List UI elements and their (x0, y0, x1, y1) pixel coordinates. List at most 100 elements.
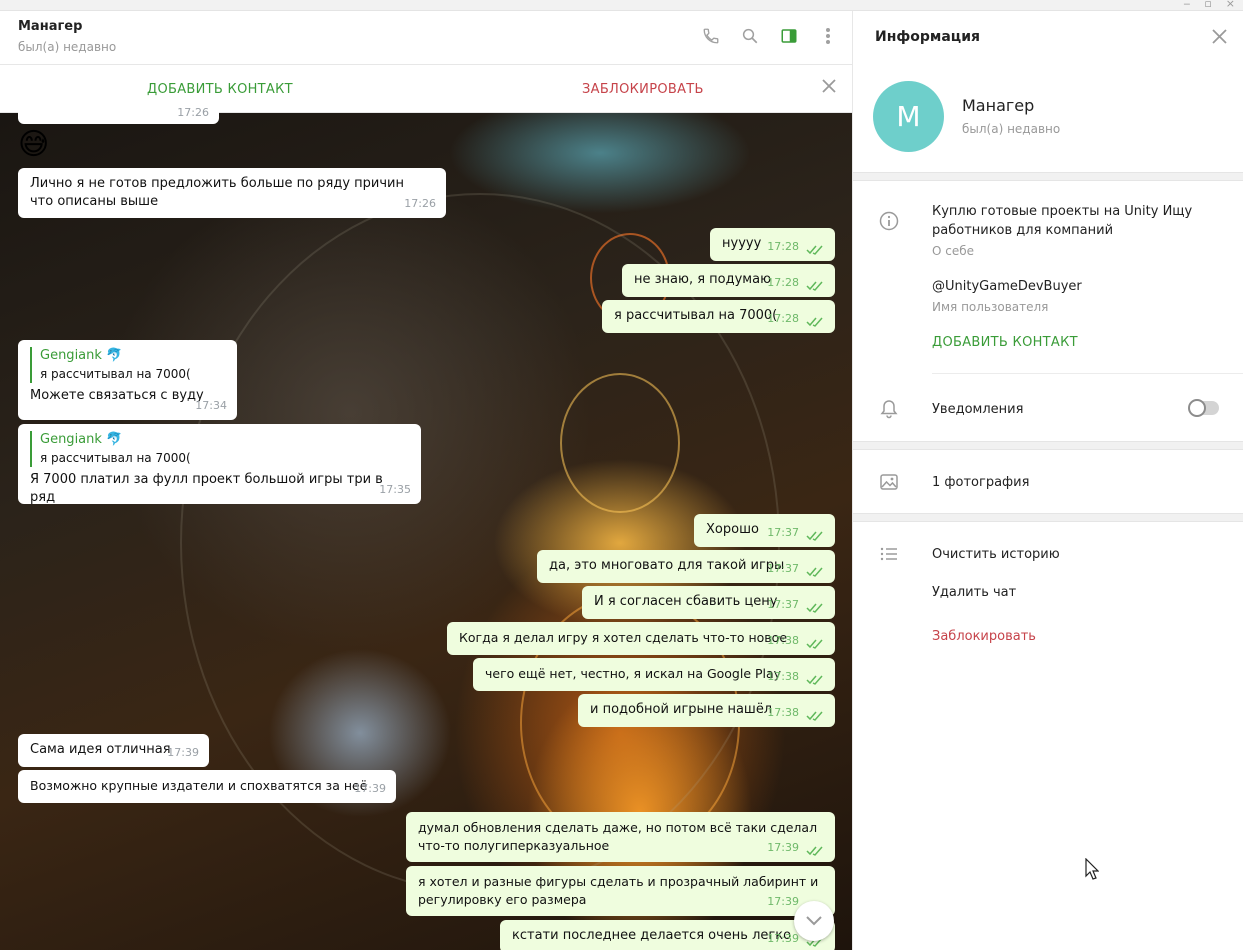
reply-author: Gengiank 🐬 (40, 432, 123, 447)
maximize-icon[interactable]: ▫ (1204, 0, 1211, 10)
photos-link[interactable]: 1 фотография (932, 473, 1029, 492)
notifications-label: Уведомления (932, 402, 1024, 417)
message-bubble-out[interactable]: я рассчитывал на 7000( 17:28 (602, 300, 835, 333)
chevron-down-icon (806, 916, 822, 926)
message-time: 17:39 (354, 782, 386, 795)
read-ticks-icon (806, 317, 823, 327)
message-time: 17:28 (767, 312, 799, 325)
read-ticks-icon (806, 245, 823, 255)
read-ticks-icon (806, 711, 823, 721)
message-time: 17:35 (379, 483, 411, 496)
mouse-cursor-icon (1085, 858, 1099, 880)
scroll-to-bottom-button[interactable] (794, 901, 834, 941)
bio-label: О себе (932, 244, 975, 258)
read-ticks-icon (806, 603, 823, 613)
message-bubble-out[interactable]: я хотел и разные фигуры сделать и прозра… (406, 866, 835, 916)
message-text: я хотел и разные фигуры сделать и прозра… (418, 874, 819, 907)
message-bubble-out[interactable]: не знаю, я подумаю 17:28 (622, 264, 835, 297)
notifications-toggle[interactable] (1188, 399, 1219, 417)
read-ticks-icon (806, 281, 823, 291)
clear-history-button[interactable]: Очистить историю (932, 545, 1060, 564)
message-time: 17:26 (404, 197, 436, 210)
message-time: 17:34 (195, 399, 227, 412)
message-time: 17:38 (767, 706, 799, 719)
bio-text: Куплю готовые проекты на Unity Ищу работ… (932, 204, 1193, 238)
message-time: 17:28 (767, 276, 799, 289)
reply-text: я рассчитывал на 7000( (40, 451, 191, 465)
more-icon[interactable] (818, 25, 838, 47)
reply-author: Gengiank 🐬 (40, 348, 123, 363)
divider (932, 373, 1243, 374)
toggle-knob (1188, 399, 1206, 417)
read-ticks-icon (806, 675, 823, 685)
window-title-strip: ‒ ▫ × (0, 0, 1243, 11)
reply-quote[interactable]: Gengiank 🐬 я рассчитывал на 7000( (30, 347, 225, 383)
info-icon (879, 211, 899, 231)
message-time: 17:28 (767, 240, 799, 253)
username-text[interactable]: @UnityGameDevBuyer (932, 277, 1082, 296)
chat-header: Манагер был(а) недавно (0, 11, 852, 65)
message-bubble-out[interactable]: чего ещё нет, честно, я искал на Google … (473, 658, 835, 691)
profile-status: был(а) недавно (962, 122, 1061, 136)
message-text: Лично я не готов предложить больше по ря… (30, 176, 404, 209)
message-text: Я 7000 платил за фулл проект большой игр… (30, 472, 383, 505)
minimize-icon[interactable]: ‒ (1183, 0, 1190, 10)
message-bubble-in[interactable]: Лично я не готов предложить больше по ря… (18, 168, 446, 218)
message-time: 17:39 (767, 932, 799, 945)
message-bubble-in[interactable]: Возможно крупные издатели и спохватятся … (18, 770, 396, 803)
info-panel-toggle-icon[interactable] (779, 25, 799, 47)
message-text: Возможно крупные издатели и спохватятся … (30, 778, 368, 793)
peer-name[interactable]: Манагер (18, 19, 82, 34)
message-bubble-in[interactable]: Сама идея отличная 17:39 (18, 734, 209, 767)
section-divider (853, 172, 1243, 181)
read-ticks-icon (806, 846, 823, 856)
message-bubble-in[interactable]: 17:26 (18, 102, 219, 124)
info-panel-title: Информация (875, 29, 980, 45)
close-info-icon[interactable] (1212, 29, 1227, 48)
message-time: 17:38 (767, 670, 799, 683)
profile-name: Манагер (962, 96, 1035, 115)
chat-pane: Манагер был(а) недавно ДОБАВИТЬ КОНТАКТ … (0, 11, 852, 950)
message-time: 17:39 (167, 746, 199, 759)
add-contact-link[interactable]: ДОБАВИТЬ КОНТАКТ (932, 335, 1078, 350)
peer-status: был(а) недавно (18, 40, 117, 54)
message-bubble-out[interactable]: да, это многовато для такой игры 17:37 (537, 550, 835, 583)
read-ticks-icon (806, 531, 823, 541)
message-bubble-in[interactable]: Gengiank 🐬 я рассчитывал на 7000( Я 7000… (18, 424, 421, 505)
block-user-button[interactable]: Заблокировать (932, 629, 1036, 644)
message-bubble-out[interactable]: нуууу 17:28 (710, 228, 835, 261)
phone-icon[interactable] (701, 25, 721, 47)
avatar[interactable]: М (873, 81, 944, 152)
message-time: 17:39 (767, 895, 799, 908)
close-window-icon[interactable]: × (1226, 0, 1235, 10)
sweat-smile-emoji-icon: 😅 (18, 127, 50, 162)
reply-quote[interactable]: Gengiank 🐬 я рассчитывал на 7000( (30, 431, 409, 467)
reply-text: я рассчитывал на 7000( (40, 367, 191, 381)
message-time: 17:39 (767, 841, 799, 854)
add-contact-button[interactable]: ДОБАВИТЬ КОНТАКТ (147, 82, 293, 97)
message-time: 17:38 (767, 634, 799, 647)
message-time: 17:37 (767, 526, 799, 539)
message-bubble-out[interactable]: И я согласен сбавить цену 17:37 (582, 586, 835, 619)
close-icon[interactable] (822, 79, 836, 97)
message-bubble-out[interactable]: Хорошо 17:37 (694, 514, 835, 547)
message-bubble-out[interactable]: Когда я делал игру я хотел сделать что-т… (447, 622, 835, 655)
read-ticks-icon (806, 639, 823, 649)
read-ticks-icon (806, 567, 823, 577)
block-button[interactable]: ЗАБЛОКИРОВАТЬ (582, 82, 704, 97)
search-icon[interactable] (740, 25, 760, 47)
window-controls: ‒ ▫ × (1183, 0, 1235, 10)
message-bubble-in[interactable]: Gengiank 🐬 я рассчитывал на 7000( Можете… (18, 340, 237, 420)
message-bubble-out[interactable]: думал обновления сделать даже, но потом … (406, 812, 835, 862)
bell-icon (880, 400, 898, 419)
photo-icon (880, 474, 898, 490)
message-text: думал обновления сделать даже, но потом … (418, 820, 818, 853)
section-divider (853, 441, 1243, 450)
info-panel: Информация М Манагер был(а) недавно Купл… (852, 11, 1243, 950)
message-bubble-out[interactable]: и подобной игрыне нашёл 17:38 (578, 694, 835, 727)
list-icon (880, 547, 897, 561)
username-label: Имя пользователя (932, 300, 1049, 314)
message-time: 17:37 (767, 562, 799, 575)
delete-chat-button[interactable]: Удалить чат (932, 583, 1016, 602)
message-bubble-out[interactable]: кстати последнее делается очень легко 17… (500, 920, 835, 950)
